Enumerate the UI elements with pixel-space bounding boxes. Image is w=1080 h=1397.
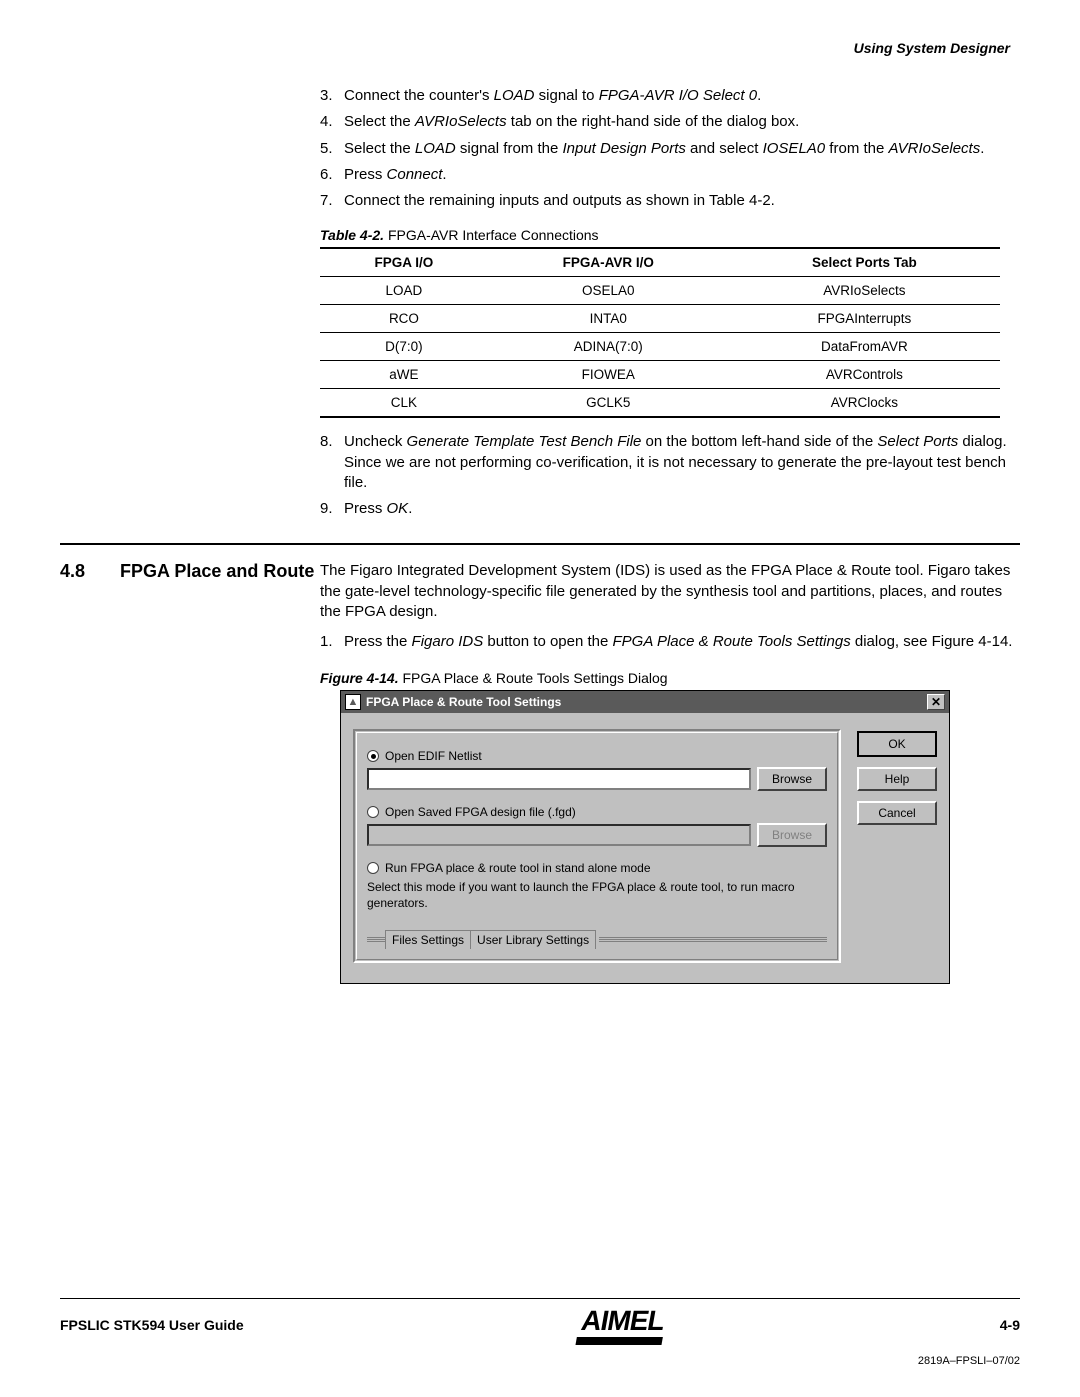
running-header: Using System Designer xyxy=(60,40,1020,56)
step-6: 6. Press Connect. xyxy=(320,165,1020,185)
steps-top: 3. Connect the counter's LOAD signal to … xyxy=(320,86,1020,211)
table-row: LOADOSELA0AVRIoSelects xyxy=(320,277,1000,305)
page-footer: FPSLIC STK594 User Guide AIMEL 4-9 2819A… xyxy=(60,1298,1020,1367)
section-step-1: 1. Press the Figaro IDS button to open t… xyxy=(320,632,1020,652)
th-fpgaavrio: FPGA-AVR I/O xyxy=(488,248,729,277)
radio-open-edif[interactable]: Open EDIF Netlist xyxy=(367,749,827,763)
tab-files-settings[interactable]: Files Settings xyxy=(385,930,471,949)
close-icon[interactable]: ✕ xyxy=(927,694,945,710)
fgd-path-input xyxy=(367,824,751,846)
radio-standalone[interactable]: Run FPGA place & route tool in stand alo… xyxy=(367,861,827,875)
dialog-titlebar[interactable]: ▲ FPGA Place & Route Tool Settings ✕ xyxy=(341,691,949,713)
step-9: 9. Press OK. xyxy=(320,499,1020,519)
steps-mid: 8. Uncheck Generate Template Test Bench … xyxy=(320,432,1020,519)
dialog-screenshot: ▲ FPGA Place & Route Tool Settings ✕ Ope… xyxy=(340,690,950,983)
table-row: aWEFIOWEAAVRControls xyxy=(320,361,1000,389)
atmel-logo: AIMEL xyxy=(575,1305,668,1345)
th-fpgaio: FPGA I/O xyxy=(320,248,488,277)
section-number: 4.8 xyxy=(60,561,120,658)
section-title: FPGA Place and Route xyxy=(120,561,314,658)
th-selectports: Select Ports Tab xyxy=(729,248,1000,277)
table-caption: Table 4-2. FPGA-AVR Interface Connection… xyxy=(320,227,1020,243)
step-4: 4. Select the AVRIoSelects tab on the ri… xyxy=(320,112,1020,132)
standalone-description: Select this mode if you want to launch t… xyxy=(367,879,827,911)
step-7: 7. Connect the remaining inputs and outp… xyxy=(320,191,1020,211)
dialog-title: FPGA Place & Route Tool Settings xyxy=(366,695,561,709)
table-row: RCOINTA0FPGAInterrupts xyxy=(320,305,1000,333)
step-5: 5. Select the LOAD signal from the Input… xyxy=(320,139,1020,159)
radio-icon[interactable] xyxy=(367,806,379,818)
radio-icon[interactable] xyxy=(367,750,379,762)
document-id: 2819A–FPSLI–07/02 xyxy=(60,1355,1020,1367)
footer-guide-title: FPSLIC STK594 User Guide xyxy=(60,1317,244,1333)
edif-path-input[interactable] xyxy=(367,768,751,790)
connections-table: FPGA I/O FPGA-AVR I/O Select Ports Tab L… xyxy=(320,247,1000,418)
options-panel: Open EDIF Netlist Browse Open Saved FPGA… xyxy=(353,729,841,962)
browse-edif-button[interactable]: Browse xyxy=(757,767,827,791)
radio-open-fgd[interactable]: Open Saved FPGA design file (.fgd) xyxy=(367,805,827,819)
section-4-8: 4.8 FPGA Place and Route The Figaro Inte… xyxy=(60,543,1020,658)
cancel-button[interactable]: Cancel xyxy=(857,801,937,825)
step-3: 3. Connect the counter's LOAD signal to … xyxy=(320,86,1020,106)
browse-fgd-button: Browse xyxy=(757,823,827,847)
section-intro: The Figaro Integrated Development System… xyxy=(320,561,1020,622)
radio-icon[interactable] xyxy=(367,862,379,874)
figure-caption: Figure 4-14. FPGA Place & Route Tools Se… xyxy=(320,670,1020,686)
app-icon: ▲ xyxy=(345,694,361,710)
step-8: 8. Uncheck Generate Template Test Bench … xyxy=(320,432,1020,493)
page-number: 4-9 xyxy=(1000,1317,1020,1333)
table-row: CLKGCLK5AVRClocks xyxy=(320,389,1000,418)
table-row: D(7:0)ADINA(7:0)DataFromAVR xyxy=(320,333,1000,361)
help-button[interactable]: Help xyxy=(857,767,937,791)
tab-user-library-settings[interactable]: User Library Settings xyxy=(470,930,596,949)
ok-button[interactable]: OK xyxy=(857,731,937,757)
